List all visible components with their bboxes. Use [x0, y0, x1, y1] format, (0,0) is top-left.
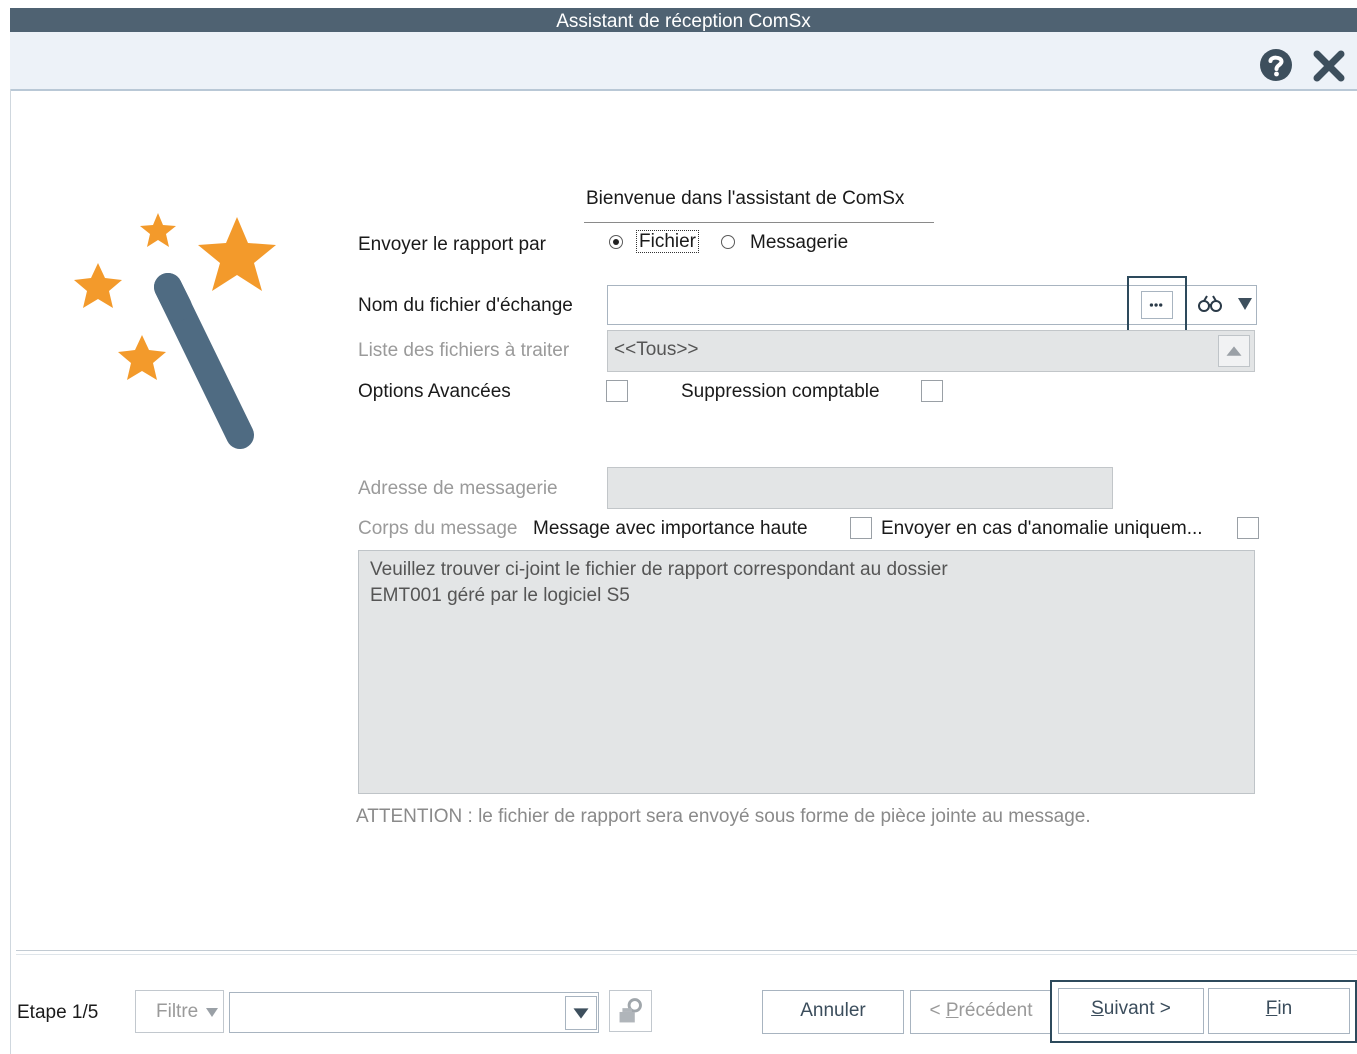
- close-x-icon[interactable]: [1311, 48, 1347, 84]
- left-border: [10, 89, 11, 1054]
- finish-key: F: [1265, 998, 1278, 1019]
- send-report-label: Envoyer le rapport par: [358, 234, 546, 255]
- anomaly-only-label: Envoyer en cas d'anomalie uniquem...: [881, 518, 1203, 539]
- high-importance-checkbox[interactable]: [850, 517, 872, 539]
- anomaly-only-checkbox[interactable]: [1237, 517, 1259, 539]
- advanced-options-checkbox[interactable]: [606, 380, 628, 402]
- next-button[interactable]: Suivant >: [1058, 988, 1204, 1034]
- next-rest: uivant >: [1103, 998, 1171, 1019]
- previous-prefix: <: [929, 1000, 946, 1021]
- magic-wand-icon: [74, 213, 276, 449]
- filter-dropdown-button[interactable]: [565, 996, 597, 1030]
- filter-label: Filtre: [156, 1001, 199, 1022]
- triangle-up-icon: [1226, 346, 1242, 356]
- radio-mail[interactable]: [721, 235, 735, 249]
- exchange-file-label: Nom du fichier d'échange: [358, 295, 573, 316]
- radio-mail-label[interactable]: Messagerie: [750, 232, 848, 254]
- filter-button[interactable]: Filtre: [135, 990, 224, 1033]
- ellipsis-icon: [1149, 303, 1163, 307]
- dropdown-arrow-icon[interactable]: [1237, 297, 1253, 311]
- welcome-text: Bienvenue dans l'assistant de ComSx: [586, 188, 905, 209]
- filter-select[interactable]: [229, 992, 599, 1033]
- advanced-options-label: Options Avancées: [358, 381, 511, 402]
- window-title: Assistant de réception ComSx: [556, 11, 811, 32]
- next-key: S: [1091, 998, 1104, 1019]
- message-body-label: Corps du message: [358, 518, 518, 539]
- previous-button[interactable]: < Précédent: [910, 990, 1052, 1034]
- files-list-toggle-button[interactable]: [1218, 335, 1250, 367]
- files-list-value: <<Tous>>: [614, 339, 699, 360]
- radio-file-label[interactable]: Fichier: [636, 230, 700, 253]
- previous-key: P: [945, 1000, 959, 1021]
- footer-separator: [16, 950, 1357, 955]
- high-importance-label: Message avec importance haute: [533, 518, 808, 539]
- accounting-delete-label: Suppression comptable: [681, 381, 880, 402]
- top-toolbar: [10, 32, 1357, 91]
- cancel-label: Annuler: [800, 1000, 866, 1021]
- welcome-heading: Bienvenue dans l'assistant de ComSx: [584, 186, 934, 223]
- finish-rest: in: [1277, 998, 1293, 1019]
- accounting-delete-checkbox[interactable]: [921, 380, 943, 402]
- filter-arrow-icon: [206, 1008, 218, 1017]
- message-body-textarea[interactable]: Veuillez trouver ci-joint le fichier de …: [358, 550, 1255, 794]
- help-circle-icon[interactable]: [1259, 48, 1293, 82]
- attachment-warning: ATTENTION : le fichier de rapport sera e…: [356, 806, 1091, 827]
- binoculars-icon[interactable]: [1196, 294, 1224, 314]
- browse-button[interactable]: [1141, 291, 1173, 319]
- filter-settings-icon: [619, 998, 642, 1023]
- previous-rest: récédent: [958, 1000, 1033, 1021]
- finish-button[interactable]: Fin: [1208, 988, 1350, 1034]
- radio-file[interactable]: [609, 235, 623, 249]
- mail-address-label: Adresse de messagerie: [358, 478, 558, 499]
- files-list-label: Liste des fichiers à traiter: [358, 340, 570, 361]
- dropdown-arrow-icon: [573, 1008, 589, 1019]
- mail-address-input[interactable]: [607, 467, 1113, 509]
- window-title-bar: Assistant de réception ComSx: [10, 8, 1357, 32]
- step-indicator: Etape 1/5: [17, 1002, 99, 1023]
- files-list-select[interactable]: <<Tous>>: [607, 330, 1255, 372]
- radio-file-label-wrap[interactable]: Fichier: [636, 230, 700, 253]
- message-body-line2: EMT001 géré par le logiciel S5: [370, 585, 630, 606]
- filter-settings-button[interactable]: [609, 990, 652, 1032]
- cancel-button[interactable]: Annuler: [762, 990, 904, 1034]
- message-body-line1: Veuillez trouver ci-joint le fichier de …: [370, 559, 948, 580]
